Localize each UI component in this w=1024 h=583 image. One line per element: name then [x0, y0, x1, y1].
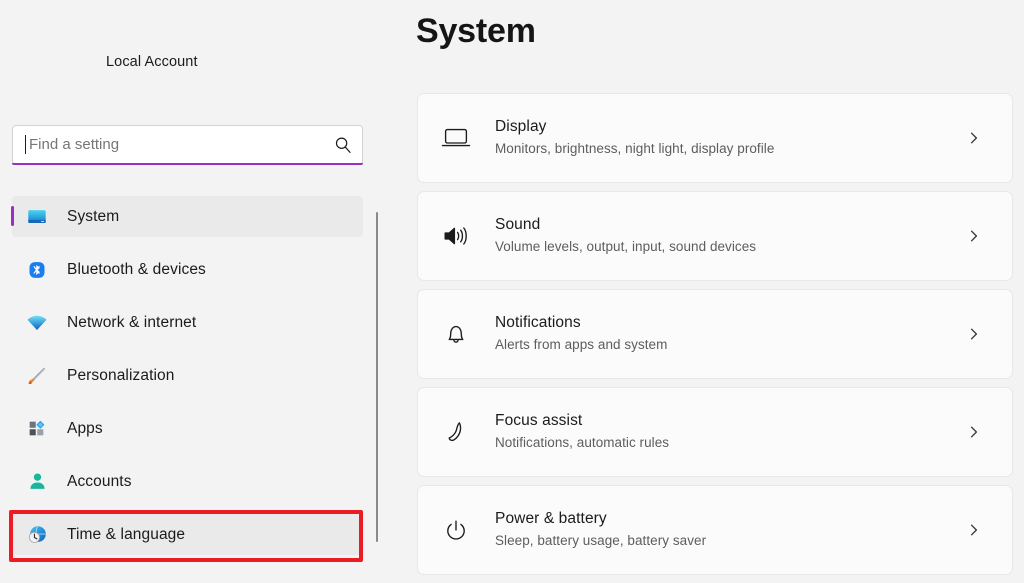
monitor-icon [25, 205, 49, 229]
power-icon [440, 514, 472, 546]
main-content: System DisplayMonitors, brightness, nigh… [382, 0, 1024, 576]
settings-card-title: Sound [495, 215, 966, 235]
monitor-icon [26, 206, 48, 228]
search-field[interactable] [12, 125, 363, 165]
chevron-right-icon[interactable] [966, 424, 982, 440]
sidebar-item-personalization[interactable]: Personalization [12, 355, 363, 396]
paintbrush-icon [26, 365, 48, 387]
search-focus-underline [12, 163, 363, 165]
settings-card-text: Focus assistNotifications, automatic rul… [495, 411, 966, 453]
settings-card-text: NotificationsAlerts from apps and system [495, 313, 966, 355]
page-title: System [416, 12, 536, 51]
sidebar-item-bluetooth-devices[interactable]: Bluetooth & devices [12, 249, 363, 290]
display-monitor-icon [441, 125, 471, 151]
navigation-list: System Bluetooth & devices Network & inter… [0, 196, 382, 567]
settings-card-title: Power & battery [495, 509, 966, 529]
sidebar-item-apps[interactable]: Apps [12, 408, 363, 449]
sidebar-item-label: Time & language [67, 526, 185, 544]
sidebar-item-accounts[interactable]: Accounts [12, 461, 363, 502]
sidebar-item-label: Network & internet [67, 314, 196, 332]
sidebar-item-label: System [67, 208, 119, 226]
settings-card-subtitle: Monitors, brightness, night light, displ… [495, 139, 966, 159]
chevron-right-icon[interactable] [966, 130, 982, 146]
settings-card-text: DisplayMonitors, brightness, night light… [495, 117, 966, 159]
wifi-icon [26, 312, 48, 334]
globe-clock-icon [26, 524, 48, 546]
apps-grid-icon [25, 417, 49, 441]
settings-card-title: Display [495, 117, 966, 137]
moon-icon [440, 416, 472, 448]
sidebar-item-label: Accounts [67, 473, 132, 491]
search-input[interactable] [29, 125, 309, 163]
settings-card-title: Focus assist [495, 411, 966, 431]
settings-card-focus-assist[interactable]: Focus assistNotifications, automatic rul… [417, 387, 1013, 477]
globe-clock-icon [25, 523, 49, 547]
settings-card-text: Power & batterySleep, battery usage, bat… [495, 509, 966, 551]
settings-window: Local Account System Bluetooth & devices N… [0, 0, 1024, 576]
settings-card-list: DisplayMonitors, brightness, night light… [417, 93, 1013, 583]
bell-icon [441, 321, 471, 347]
sidebar-item-label: Apps [67, 420, 103, 438]
bluetooth-icon [27, 260, 47, 280]
settings-card-power-battery[interactable]: Power & batterySleep, battery usage, bat… [417, 485, 1013, 575]
selection-indicator [11, 206, 14, 226]
settings-card-notifications[interactable]: NotificationsAlerts from apps and system [417, 289, 1013, 379]
bluetooth-icon [25, 258, 49, 282]
power-icon [441, 517, 471, 543]
settings-card-subtitle: Sleep, battery usage, battery saver [495, 531, 966, 551]
moon-icon [441, 419, 471, 445]
settings-card-text: SoundVolume levels, output, input, sound… [495, 215, 966, 257]
sidebar-item-label: Bluetooth & devices [67, 261, 206, 279]
chevron-right-icon[interactable] [966, 326, 982, 342]
sidebar-scrollbar[interactable] [375, 212, 379, 576]
chevron-right-icon [966, 424, 982, 440]
settings-card-subtitle: Alerts from apps and system [495, 335, 966, 355]
speaker-icon [441, 223, 471, 249]
paintbrush-icon [25, 364, 49, 388]
sidebar-item-system[interactable]: System [12, 196, 363, 237]
chevron-right-icon [966, 130, 982, 146]
sidebar-scrollbar-thumb[interactable] [376, 212, 378, 542]
settings-card-sound[interactable]: SoundVolume levels, output, input, sound… [417, 191, 1013, 281]
search-icon[interactable] [334, 136, 352, 154]
sidebar-item-label: Personalization [67, 367, 174, 385]
chevron-right-icon [966, 522, 982, 538]
text-caret [25, 135, 26, 154]
settings-card-subtitle: Volume levels, output, input, sound devi… [495, 237, 966, 257]
speaker-icon [440, 220, 472, 252]
apps-grid-icon [27, 419, 47, 439]
display-monitor-icon [440, 122, 472, 154]
bell-icon [440, 318, 472, 350]
settings-card-title: Notifications [495, 313, 966, 333]
chevron-right-icon[interactable] [966, 228, 982, 244]
sidebar-item-network-internet[interactable]: Network & internet [12, 302, 363, 343]
sidebar: Local Account System Bluetooth & devices N… [0, 0, 382, 576]
settings-card-subtitle: Notifications, automatic rules [495, 433, 966, 453]
chevron-right-icon [966, 326, 982, 342]
sidebar-item-time-language[interactable]: Time & language [12, 514, 363, 555]
chevron-right-icon[interactable] [966, 522, 982, 538]
settings-card-display[interactable]: DisplayMonitors, brightness, night light… [417, 93, 1013, 183]
person-icon [27, 471, 48, 492]
wifi-icon [25, 311, 49, 335]
account-label: Local Account [106, 54, 198, 70]
person-icon [25, 470, 49, 494]
chevron-right-icon [966, 228, 982, 244]
